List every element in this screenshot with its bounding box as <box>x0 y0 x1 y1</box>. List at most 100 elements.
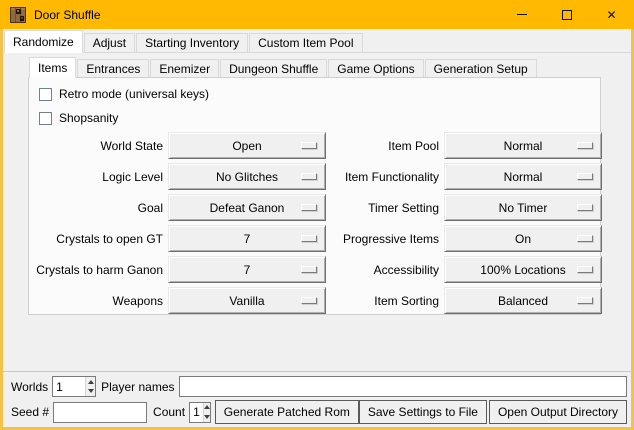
tab-custom-item-pool[interactable]: Custom Item Pool <box>249 33 362 52</box>
settings-row: Crystals to harm Ganon 7 Accessibility 1… <box>29 254 600 285</box>
dropdown-indicator-icon <box>577 235 593 242</box>
generate-patched-rom-button[interactable]: Generate Patched Rom <box>215 400 359 424</box>
randomize-pane: Items Entrances Enemizer Dungeon Shuffle… <box>3 52 631 372</box>
client-area: Randomize Adjust Starting Inventory Cust… <box>3 29 631 427</box>
goal-dropdown[interactable]: Defeat Ganon <box>168 194 326 221</box>
close-icon: ✕ <box>606 9 616 21</box>
seed-label: Seed # <box>11 405 49 419</box>
retro-mode-label: Retro mode (universal keys) <box>59 87 209 101</box>
worlds-input[interactable] <box>53 377 85 396</box>
up-arrow-icon <box>204 405 210 409</box>
dropdown-value: No Timer <box>499 201 548 215</box>
dropdown-indicator-icon <box>577 142 593 149</box>
item-functionality-dropdown[interactable]: Normal <box>444 163 602 190</box>
dropdown-indicator-icon <box>577 297 593 304</box>
open-output-directory-button[interactable]: Open Output Directory <box>489 400 627 424</box>
title-bar[interactable]: Door Shuffle ✕ <box>0 0 634 29</box>
dropdown-value: 7 <box>244 263 251 277</box>
dropdown-indicator-icon <box>577 173 593 180</box>
progressive-items-label: Progressive Items <box>331 232 439 246</box>
accessibility-label: Accessibility <box>331 263 439 277</box>
tab-dungeon-shuffle[interactable]: Dungeon Shuffle <box>220 59 327 77</box>
player-names-input[interactable] <box>179 376 628 397</box>
timer-setting-label: Timer Setting <box>331 201 439 215</box>
dropdown-value: Balanced <box>498 294 548 308</box>
tab-randomize[interactable]: Randomize <box>4 30 83 53</box>
shopsanity-row: Shopsanity <box>29 106 600 130</box>
tab-game-options[interactable]: Game Options <box>328 59 423 77</box>
dropdown-indicator-icon <box>301 142 317 149</box>
item-sorting-label: Item Sorting <box>331 294 439 308</box>
tab-entrances[interactable]: Entrances <box>77 59 149 77</box>
timer-setting-dropdown[interactable]: No Timer <box>444 194 602 221</box>
spin-up-button[interactable] <box>86 377 95 387</box>
dropdown-indicator-icon <box>301 297 317 304</box>
logic-level-dropdown[interactable]: No Glitches <box>168 163 326 190</box>
down-arrow-icon <box>204 415 210 419</box>
dropdown-value: Normal <box>504 139 543 153</box>
count-label: Count <box>153 405 185 419</box>
tab-enemizer[interactable]: Enemizer <box>150 59 219 77</box>
sub-tabstrip: Items Entrances Enemizer Dungeon Shuffle… <box>28 56 631 77</box>
progressive-items-dropdown[interactable]: On <box>444 225 602 252</box>
world-state-dropdown[interactable]: Open <box>168 132 326 159</box>
crystals-gt-label: Crystals to open GT <box>29 232 163 246</box>
worlds-spinner <box>85 377 95 396</box>
save-settings-button[interactable]: Save Settings to File <box>359 400 487 424</box>
dropdown-indicator-icon <box>577 266 593 273</box>
dropdown-indicator-icon <box>577 204 593 211</box>
spin-up-button[interactable] <box>204 403 210 413</box>
down-arrow-icon <box>88 389 94 393</box>
tab-generation-setup[interactable]: Generation Setup <box>425 59 537 77</box>
item-pool-label: Item Pool <box>331 139 439 153</box>
items-pane: Retro mode (universal keys) Shopsanity W… <box>28 77 601 315</box>
item-functionality-label: Item Functionality <box>331 170 439 184</box>
close-button[interactable]: ✕ <box>589 0 634 29</box>
crystals-ganon-dropdown[interactable]: 7 <box>168 256 326 283</box>
weapons-dropdown[interactable]: Vanilla <box>168 287 326 314</box>
tab-starting-inventory[interactable]: Starting Inventory <box>136 33 248 52</box>
crystals-gt-dropdown[interactable]: 7 <box>168 225 326 252</box>
settings-row: Logic Level No Glitches Item Functionali… <box>29 161 600 192</box>
shopsanity-label: Shopsanity <box>59 111 118 125</box>
spin-down-button[interactable] <box>204 412 210 422</box>
retro-mode-checkbox[interactable] <box>39 88 52 101</box>
count-input[interactable] <box>190 403 202 422</box>
settings-row: World State Open Item Pool Normal <box>29 130 600 161</box>
settings-row: Goal Defeat Ganon Timer Setting No Timer <box>29 192 600 223</box>
weapons-label: Weapons <box>29 294 163 308</box>
dropdown-value: Vanilla <box>229 294 264 308</box>
dropdown-value: Open <box>232 139 261 153</box>
count-spinner <box>203 403 210 422</box>
settings-row: Weapons Vanilla Item Sorting Balanced <box>29 285 600 316</box>
dropdown-indicator-icon <box>301 235 317 242</box>
dropdown-value: Normal <box>504 170 543 184</box>
seed-row: Seed # Count Generate Patched Rom Save S… <box>11 400 627 424</box>
shopsanity-checkbox[interactable] <box>39 112 52 125</box>
dropdown-indicator-icon <box>301 266 317 273</box>
count-spinbox[interactable] <box>189 402 211 423</box>
item-sorting-dropdown[interactable]: Balanced <box>444 287 602 314</box>
window-title: Door Shuffle <box>34 8 101 22</box>
dropdown-value: 100% Locations <box>480 263 565 277</box>
dropdown-value: 7 <box>244 232 251 246</box>
maximize-icon <box>562 10 572 20</box>
tab-items[interactable]: Items <box>29 57 76 78</box>
worlds-row: Worlds Player names <box>11 376 627 397</box>
door-shuffle-window: Door Shuffle ✕ Randomize Adjust Starting… <box>0 0 634 430</box>
seed-input[interactable] <box>53 402 147 423</box>
accessibility-dropdown[interactable]: 100% Locations <box>444 256 602 283</box>
spin-down-button[interactable] <box>86 387 95 397</box>
dropdown-value: No Glitches <box>216 170 278 184</box>
item-pool-dropdown[interactable]: Normal <box>444 132 602 159</box>
maximize-button[interactable] <box>544 0 589 29</box>
minimize-button[interactable] <box>499 0 544 29</box>
door-icon <box>10 7 26 23</box>
tab-adjust[interactable]: Adjust <box>84 33 135 52</box>
worlds-spinbox[interactable] <box>52 376 96 397</box>
main-tabstrip: Randomize Adjust Starting Inventory Cust… <box>3 29 631 52</box>
minimize-icon <box>517 14 527 15</box>
dropdown-indicator-icon <box>301 204 317 211</box>
crystals-ganon-label: Crystals to harm Ganon <box>29 263 163 277</box>
goal-label: Goal <box>29 201 163 215</box>
